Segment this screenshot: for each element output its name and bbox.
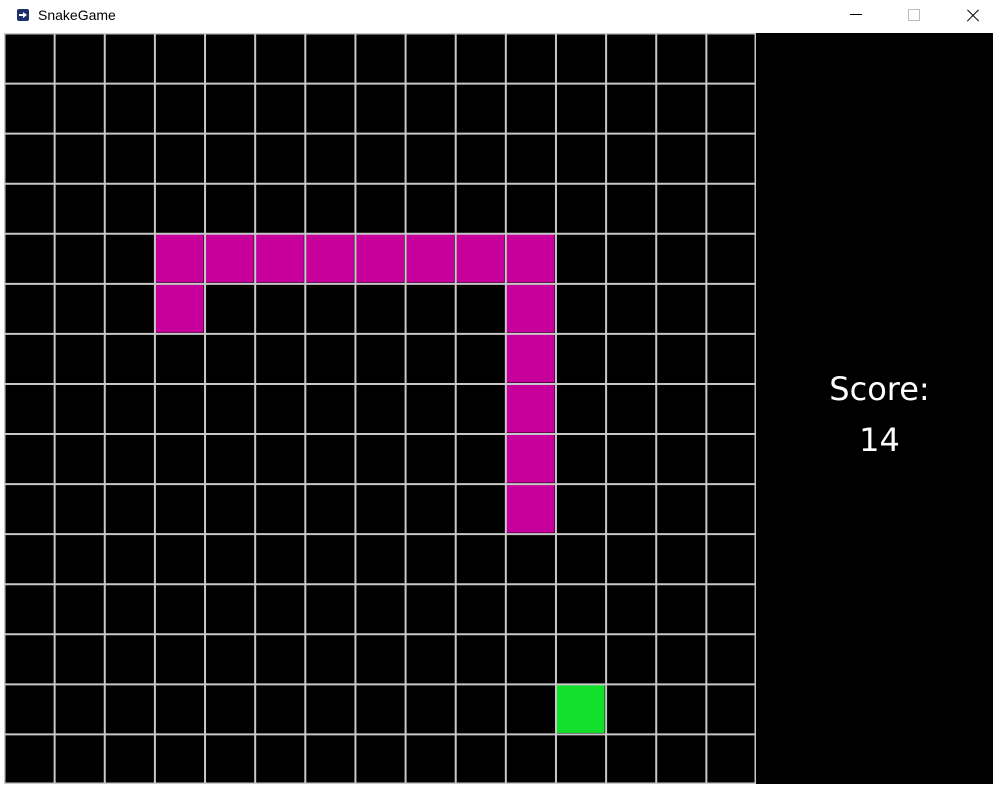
snake-tail-segment xyxy=(155,284,204,333)
snake-segment xyxy=(456,234,505,283)
snake-segment xyxy=(205,234,254,283)
snake-segment xyxy=(406,234,455,283)
game-board[interactable] xyxy=(3,32,757,785)
app-icon xyxy=(17,9,29,21)
score-value: 14 xyxy=(859,421,900,459)
score-label: Score: xyxy=(829,370,930,408)
maximize-button[interactable] xyxy=(891,0,937,32)
score-panel: Score: 14 xyxy=(756,33,993,784)
minimize-button[interactable] xyxy=(833,0,879,32)
title-bar: SnakeGame xyxy=(0,0,993,33)
snake-segment xyxy=(506,234,555,283)
board-background xyxy=(4,33,756,784)
board-grid xyxy=(3,32,757,785)
snake-segment xyxy=(506,334,555,383)
snake-segment xyxy=(155,234,204,283)
close-button[interactable] xyxy=(949,0,993,32)
snake-segment xyxy=(506,384,555,433)
snake-segment xyxy=(305,234,354,283)
food-cell xyxy=(556,684,605,733)
snake-segment xyxy=(506,284,555,333)
snake-segment xyxy=(506,484,555,533)
snake-segment xyxy=(355,234,405,283)
snake-segment xyxy=(255,234,304,283)
window-title: SnakeGame xyxy=(38,7,116,23)
snake-segment xyxy=(506,434,555,483)
